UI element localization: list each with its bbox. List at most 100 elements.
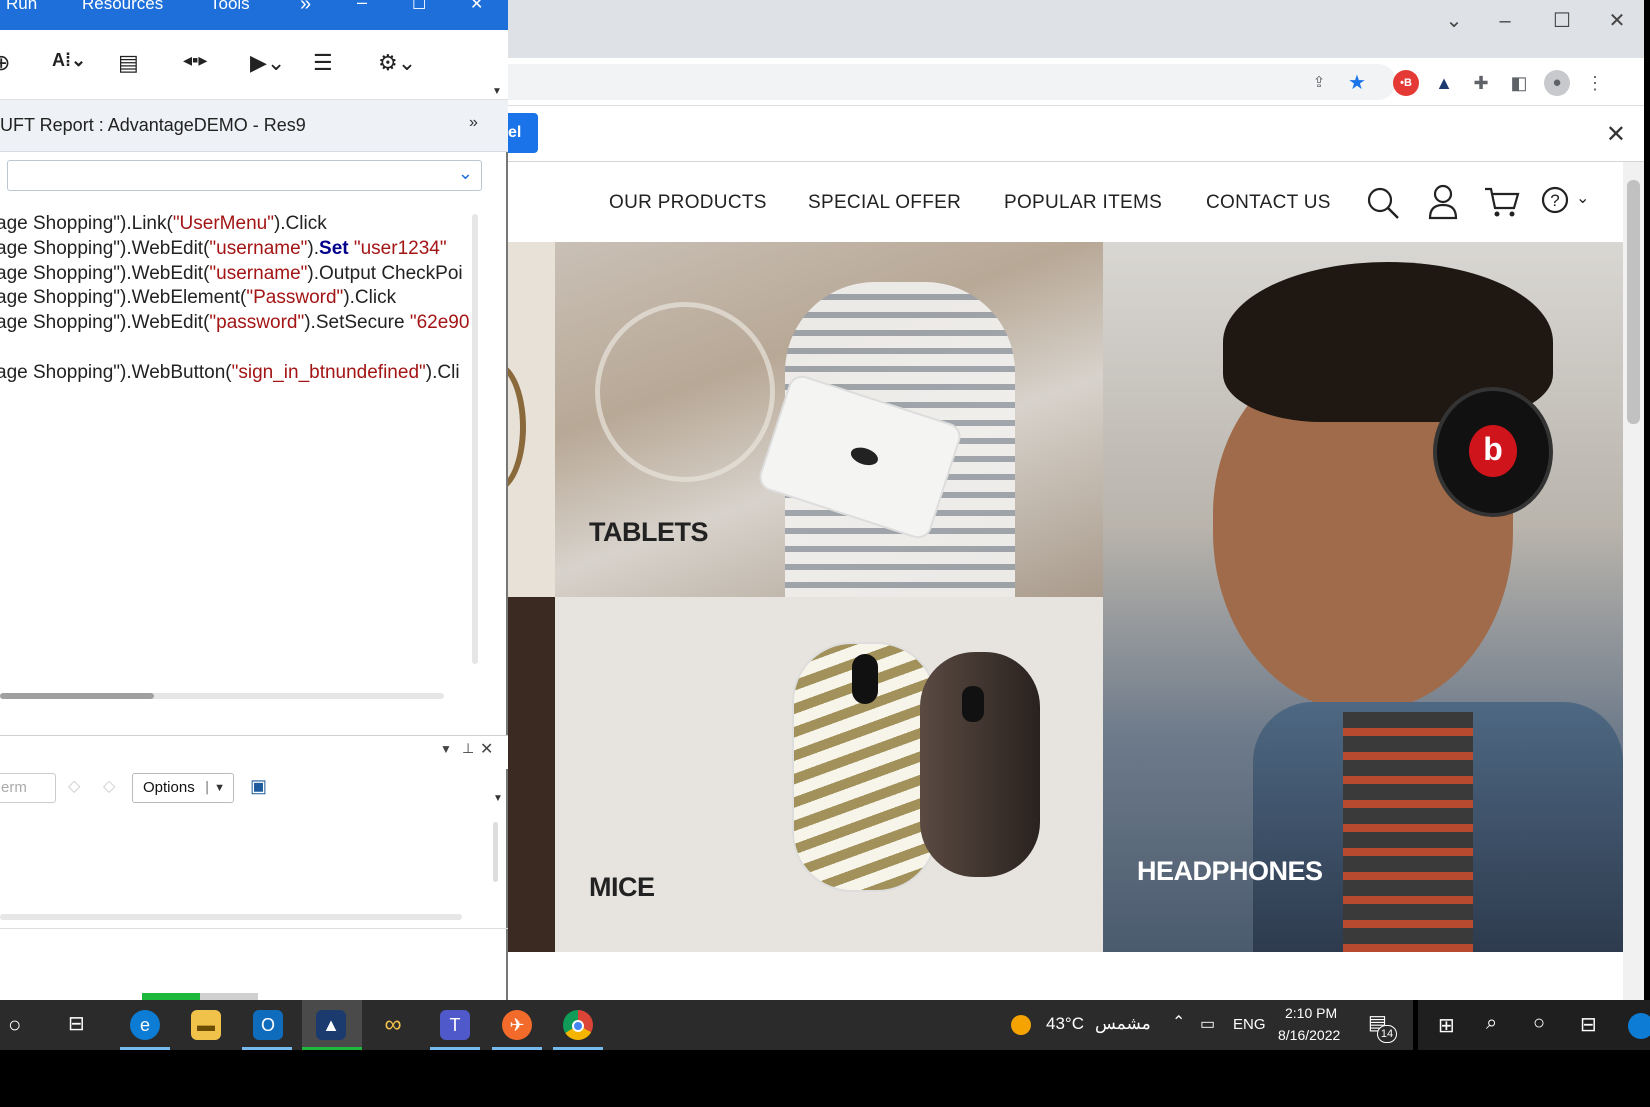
- search-icon[interactable]: [1366, 186, 1400, 220]
- script-editor[interactable]: age Shopping").Link("UserMenu").Click age…: [0, 213, 470, 683]
- tile-tablets[interactable]: TABLETS: [555, 242, 1103, 597]
- close-icon[interactable]: ✕: [470, 0, 483, 14]
- collapse-icon[interactable]: »: [469, 114, 478, 132]
- pane-close-icon[interactable]: ✕: [480, 739, 493, 759]
- chrome-icon[interactable]: [563, 1010, 593, 1040]
- editor-hscroll-thumb[interactable]: [0, 693, 154, 699]
- pane-dropdown-icon[interactable]: ▼: [440, 742, 452, 756]
- extension-icon[interactable]: •B: [1393, 70, 1419, 96]
- file-explorer-icon[interactable]: ▬: [191, 1010, 221, 1040]
- divider: [0, 928, 508, 929]
- cart-icon[interactable]: [1484, 186, 1520, 218]
- tile-headphones[interactable]: b HEADPHONES: [1103, 242, 1623, 952]
- more-menu-icon[interactable]: »: [300, 0, 311, 16]
- maximize-icon[interactable]: ☐: [412, 0, 426, 14]
- settings-gear-icon[interactable]: ⚙⌄: [378, 50, 416, 76]
- menu-kebab-icon[interactable]: ⋮: [1582, 70, 1608, 96]
- help-chevron-down-icon[interactable]: ⌄: [1576, 188, 1589, 208]
- clock-time[interactable]: 2:10 PM: [1285, 1005, 1337, 1021]
- watch-image: [506, 362, 526, 492]
- tile-mice[interactable]: MICE: [555, 597, 1103, 952]
- postman-icon[interactable]: ✈: [502, 1010, 532, 1040]
- pin-icon[interactable]: ⊥: [462, 740, 474, 757]
- search-term-input[interactable]: erm: [0, 773, 56, 803]
- infobar-button[interactable]: el: [506, 113, 538, 153]
- code-token: "user1234": [348, 237, 447, 259]
- find-prev-icon[interactable]: ◇: [68, 776, 80, 796]
- toolbar-overflow-icon[interactable]: ▼: [492, 86, 502, 97]
- archive-icon[interactable]: ▤: [118, 50, 139, 76]
- profile-avatar-icon[interactable]: ●: [1544, 70, 1570, 96]
- nav-popular-items[interactable]: POPULAR ITEMS: [1004, 192, 1162, 214]
- side-panel-icon[interactable]: ◧: [1506, 70, 1532, 96]
- minimize-icon[interactable]: –: [357, 0, 367, 13]
- code-line[interactable]: age Shopping").WebEdit("username").Outpu…: [0, 263, 463, 285]
- mice-label[interactable]: MICE: [589, 872, 655, 903]
- run-icon[interactable]: ▶⌄: [250, 50, 285, 76]
- search-taskbar-icon[interactable]: ⌕: [1486, 1012, 1497, 1035]
- extension-triangle-icon[interactable]: ▲: [1431, 70, 1457, 96]
- battery-icon[interactable]: ▭: [1200, 1014, 1215, 1034]
- task-view-icon[interactable]: ⊟: [68, 1011, 85, 1036]
- nav-contact-us[interactable]: CONTACT US: [1206, 192, 1331, 214]
- menu-resources[interactable]: Resources: [82, 0, 163, 14]
- bottom-pane-header: ▼ ⊥ ✕: [0, 735, 508, 769]
- code-line[interactable]: age Shopping").WebEdit("username").Set "…: [0, 238, 447, 260]
- pane-hscroll[interactable]: [0, 914, 462, 920]
- save-icon[interactable]: ▣: [250, 776, 267, 797]
- desktop: ⌄ – ☐ ✕ ⇪ ★ •B ▲ ✚ ◧ ● ⋮ el ✕ OUR PRODUC…: [0, 0, 1650, 1107]
- cortana-icon[interactable]: ○: [8, 1012, 21, 1038]
- edge-icon[interactable]: e: [130, 1010, 160, 1040]
- options-dropdown-icon[interactable]: │ ▼: [204, 774, 225, 802]
- user-icon[interactable]: [1428, 184, 1458, 220]
- edge-active-line: [120, 1047, 170, 1050]
- nav-our-products[interactable]: OUR PRODUCTS: [609, 192, 767, 214]
- code-line[interactable]: age Shopping").Link("UserMenu").Click: [0, 213, 327, 235]
- tablets-label[interactable]: TABLETS: [589, 517, 709, 548]
- code-line[interactable]: age Shopping").WebButton("sign_in_btnund…: [0, 362, 460, 384]
- infobar-close-icon[interactable]: ✕: [1606, 120, 1626, 149]
- minimize-icon[interactable]: –: [1482, 8, 1528, 34]
- loadrunner-icon[interactable]: ∞: [378, 1010, 408, 1040]
- task-view-icon-2[interactable]: ⊟: [1580, 1012, 1597, 1037]
- menu-tools[interactable]: Tools: [210, 0, 250, 14]
- headphones-label[interactable]: HEADPHONES: [1137, 856, 1323, 887]
- bookmark-star-icon[interactable]: ★: [1344, 70, 1370, 96]
- menu-run[interactable]: Run: [6, 0, 37, 14]
- maximize-icon[interactable]: ☐: [1539, 8, 1585, 34]
- pane-overflow-icon[interactable]: ▼: [493, 793, 503, 804]
- object-combo[interactable]: ⌄: [7, 160, 482, 191]
- cortana-icon-2[interactable]: ○: [1533, 1012, 1545, 1035]
- address-bar[interactable]: [506, 64, 1396, 100]
- object-spy-icon[interactable]: A⁞⌄: [52, 50, 86, 71]
- uft-taskbar-icon[interactable]: ▲: [316, 1010, 346, 1040]
- code-line[interactable]: age Shopping").WebEdit("password").SetSe…: [0, 312, 469, 334]
- close-window-icon[interactable]: ✕: [1594, 8, 1640, 34]
- weather-text[interactable]: مشمس: [1095, 1014, 1151, 1034]
- find-next-icon[interactable]: ◇: [103, 776, 115, 796]
- nav-special-offer[interactable]: SPECIAL OFFER: [808, 192, 961, 214]
- teams-icon[interactable]: T: [440, 1010, 470, 1040]
- record-icon[interactable]: ⊕: [0, 50, 10, 76]
- language-indicator[interactable]: ENG: [1233, 1016, 1266, 1033]
- clock-date[interactable]: 8/16/2022: [1278, 1027, 1340, 1043]
- options-button[interactable]: Options │ ▼: [132, 773, 234, 803]
- outlook-icon[interactable]: O: [253, 1010, 283, 1040]
- pane-vscroll[interactable]: [493, 822, 498, 882]
- tray-chevron-up-icon[interactable]: ⌃: [1172, 1012, 1185, 1032]
- extensions-puzzle-icon[interactable]: ✚: [1468, 70, 1494, 96]
- share-icon[interactable]: ⇪: [1306, 70, 1332, 96]
- edge-icon-2[interactable]: [1628, 1013, 1650, 1039]
- step-icon[interactable]: ◂▪▸: [183, 50, 207, 71]
- code-line[interactable]: age Shopping").WebElement("Password").Cl…: [0, 287, 396, 309]
- editor-vscroll[interactable]: [472, 214, 478, 664]
- partial-tile-image-2: [506, 597, 555, 952]
- page-scrollbar-thumb[interactable]: [1627, 180, 1640, 424]
- weather-sun-icon[interactable]: [1011, 1015, 1031, 1035]
- help-icon[interactable]: ?: [1541, 186, 1571, 216]
- tab-search-icon[interactable]: ⌄: [1431, 8, 1477, 34]
- weather-temp[interactable]: 43°C: [1046, 1014, 1084, 1034]
- chevron-down-icon[interactable]: ⌄: [458, 163, 473, 184]
- list-icon[interactable]: ☰: [313, 50, 333, 76]
- start-icon[interactable]: ⊞: [1438, 1013, 1455, 1038]
